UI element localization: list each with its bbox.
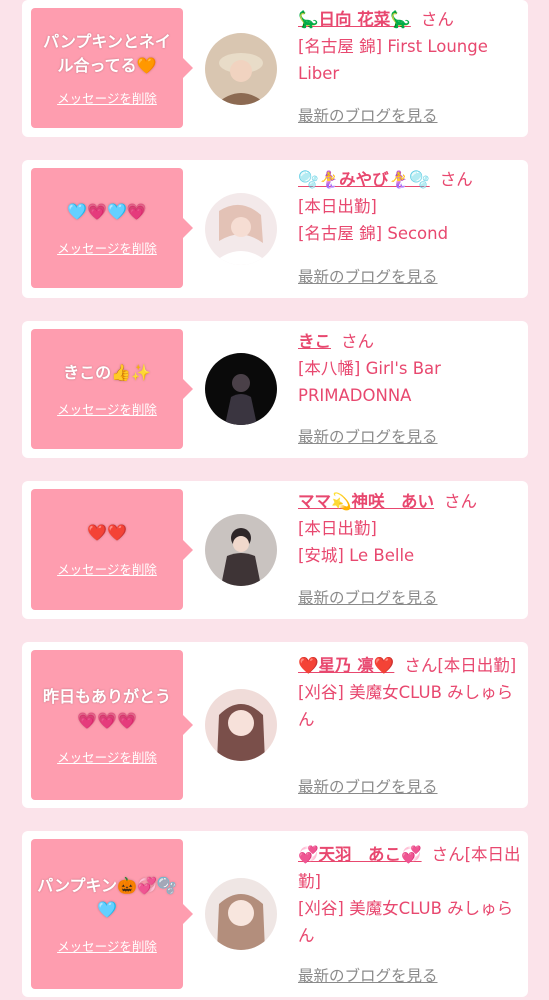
message-bubble: パンプキン🎃💞🫧🩵 メッセージを削除 <box>31 839 193 989</box>
delete-message-link[interactable]: メッセージを削除 <box>57 238 157 257</box>
honorific: さん[本日出勤] <box>404 656 517 675</box>
latest-blog-link[interactable]: 最新のブログを見る <box>298 586 438 608</box>
message-list: パンプキンとネイル合ってる🧡 メッセージを削除 🦕日向 花菜🦕 さん [名古屋 錦… <box>0 0 549 1000</box>
avatar[interactable] <box>205 689 277 761</box>
message-bubble: ❤️❤️ メッセージを削除 <box>31 489 193 610</box>
message-text: 🩵💗🩵💗 <box>67 201 147 221</box>
message-bubble: きこの👍✨ メッセージを削除 <box>31 329 193 449</box>
latest-blog-link[interactable]: 最新のブログを見る <box>298 265 438 287</box>
honorific: さん <box>341 332 374 351</box>
delete-message-link[interactable]: メッセージを削除 <box>57 559 157 578</box>
honorific: さん <box>444 492 478 511</box>
shop-line: [名古屋 錦] Second <box>298 224 449 243</box>
honorific: さん <box>420 10 454 29</box>
shop-line: [安城] Le Belle <box>298 546 415 565</box>
shop-line: [本日出勤] <box>298 197 377 216</box>
message-card: 🩵💗🩵💗 メッセージを削除 🫧🧜‍♀️みやび🧜‍♀️🫧 さん [本日出勤] [名古… <box>22 160 528 298</box>
delete-message-link[interactable]: メッセージを削除 <box>57 88 157 107</box>
shop-line: [本八幡] Girl's Bar PRIMADONNA <box>298 359 441 405</box>
latest-blog-link[interactable]: 最新のブログを見る <box>298 775 438 797</box>
shop-line: [刈谷] 美魔女CLUB みしゅらん <box>298 683 514 729</box>
cast-name-link[interactable]: 🫧🧜‍♀️みやび🧜‍♀️🫧 <box>298 170 430 189</box>
cast-name-link[interactable]: ❤️星乃 凛❤️ <box>298 656 394 675</box>
cast-name-link[interactable]: ママ💫神咲 あい <box>298 492 434 511</box>
avatar-photo <box>205 353 277 425</box>
avatar[interactable] <box>205 878 277 950</box>
delete-message-link[interactable]: メッセージを削除 <box>57 399 157 418</box>
avatar[interactable] <box>205 33 277 105</box>
cast-info: きこ さん [本八幡] Girl's Bar PRIMADONNA <box>298 328 523 409</box>
cast-info: ❤️星乃 凛❤️ さん[本日出勤] [刈谷] 美魔女CLUB みしゅらん <box>298 652 523 733</box>
avatar[interactable] <box>205 193 277 265</box>
message-bubble: 昨日もありがとう💗💗💗 メッセージを削除 <box>31 650 193 800</box>
shop-line: [名古屋 錦] First Lounge Liber <box>298 37 488 83</box>
message-text: ❤️❤️ <box>87 523 127 542</box>
message-bubble: パンプキンとネイル合ってる🧡 メッセージを削除 <box>31 8 193 128</box>
avatar[interactable] <box>205 353 277 425</box>
shop-line: [刈谷] 美魔女CLUB みしゅらん <box>298 899 514 945</box>
message-card: きこの👍✨ メッセージを削除 きこ さん [本八幡] Girl's Bar PRI… <box>22 321 528 458</box>
cast-info: 💞天羽 あこ💞 さん[本日出勤] [刈谷] 美魔女CLUB みしゅらん <box>298 841 523 949</box>
cast-info: 🫧🧜‍♀️みやび🧜‍♀️🫧 さん [本日出勤] [名古屋 錦] Second <box>298 166 523 247</box>
latest-blog-link[interactable]: 最新のブログを見る <box>298 425 438 447</box>
avatar[interactable] <box>205 514 277 586</box>
delete-message-link[interactable]: メッセージを削除 <box>57 747 157 766</box>
message-card: ❤️❤️ メッセージを削除 ママ💫神咲 あい さん [本日出勤] [安城] Le … <box>22 481 528 619</box>
cast-name-link[interactable]: 🦕日向 花菜🦕 <box>298 10 411 29</box>
avatar-photo <box>205 878 277 950</box>
cast-info: ママ💫神咲 あい さん [本日出勤] [安城] Le Belle <box>298 488 523 569</box>
latest-blog-link[interactable]: 最新のブログを見る <box>298 964 438 986</box>
message-text: きこの👍✨ <box>63 362 151 382</box>
cast-info: 🦕日向 花菜🦕 さん [名古屋 錦] First Lounge Liber <box>298 6 523 87</box>
shop-line: [本日出勤] <box>298 519 377 538</box>
latest-blog-link[interactable]: 最新のブログを見る <box>298 104 438 126</box>
message-card: パンプキンとネイル合ってる🧡 メッセージを削除 🦕日向 花菜🦕 さん [名古屋 錦… <box>22 0 528 137</box>
message-card: 昨日もありがとう💗💗💗 メッセージを削除 ❤️星乃 凛❤️ さん[本日出勤] [刈… <box>22 642 528 808</box>
avatar-photo <box>205 193 277 265</box>
honorific: さん <box>439 170 473 189</box>
delete-message-link[interactable]: メッセージを削除 <box>57 936 157 955</box>
message-card: パンプキン🎃💞🫧🩵 メッセージを削除 💞天羽 あこ💞 さん[本日出勤] [刈谷] … <box>22 831 528 997</box>
avatar-photo <box>205 514 277 586</box>
message-bubble: 🩵💗🩵💗 メッセージを削除 <box>31 168 193 288</box>
avatar-photo <box>205 33 277 105</box>
avatar-photo <box>205 689 277 761</box>
message-text: パンプキン🎃💞🫧🩵 <box>37 875 177 919</box>
message-text: パンプキンとネイル合ってる🧡 <box>43 31 171 75</box>
cast-name-link[interactable]: 💞天羽 あこ💞 <box>298 845 422 864</box>
cast-name-link[interactable]: きこ <box>298 332 331 351</box>
message-text: 昨日もありがとう💗💗💗 <box>42 686 171 730</box>
